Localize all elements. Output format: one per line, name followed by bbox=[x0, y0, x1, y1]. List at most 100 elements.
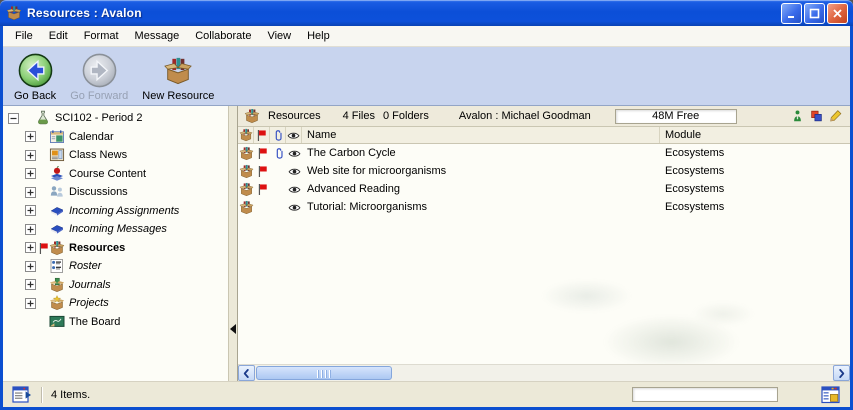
menu-edit[interactable]: Edit bbox=[41, 28, 76, 44]
resource-module: Ecosystems bbox=[660, 147, 850, 159]
tree-item-projects[interactable]: Projects bbox=[3, 294, 228, 313]
eye-icon[interactable] bbox=[288, 149, 301, 158]
tree-item-label: Roster bbox=[69, 260, 101, 272]
paperclip-icon bbox=[272, 129, 283, 142]
course-content-icon bbox=[49, 166, 65, 182]
resource-module: Ecosystems bbox=[660, 183, 850, 195]
resource-row[interactable]: Advanced Reading Ecosystems bbox=[238, 180, 850, 198]
scroll-right-button[interactable] bbox=[833, 365, 850, 381]
resource-module: Ecosystems bbox=[660, 201, 850, 213]
member-icon[interactable] bbox=[791, 109, 804, 123]
eye-icon[interactable] bbox=[288, 167, 301, 176]
splitter-collapse-arrow-icon[interactable] bbox=[230, 324, 236, 334]
book-icon bbox=[49, 221, 65, 237]
resources-panel: Resources 4 Files 0 Folders Avalon : Mic… bbox=[238, 106, 850, 381]
tree-item-calendar[interactable]: Calendar bbox=[3, 128, 228, 147]
tree-item-label: Discussions bbox=[69, 186, 128, 198]
resource-name[interactable]: Advanced Reading bbox=[302, 183, 660, 195]
expand-plus-icon[interactable] bbox=[25, 298, 36, 309]
column-name-label: Name bbox=[307, 129, 336, 141]
expand-plus-icon[interactable] bbox=[25, 261, 36, 272]
menu-message[interactable]: Message bbox=[127, 28, 188, 44]
menu-format[interactable]: Format bbox=[76, 28, 127, 44]
maximize-button[interactable] bbox=[804, 3, 825, 24]
toolbar: Go Back Go Forward New Resource bbox=[3, 47, 850, 106]
tree-item-the-board[interactable]: The Board bbox=[3, 313, 228, 332]
layout-view-icon[interactable] bbox=[821, 386, 841, 404]
expand-plus-icon[interactable] bbox=[25, 205, 36, 216]
expand-plus-icon[interactable] bbox=[25, 187, 36, 198]
board-icon bbox=[49, 314, 65, 330]
eye-icon[interactable] bbox=[288, 203, 301, 212]
server-owner-label: Avalon : Michael Goodman bbox=[459, 110, 591, 122]
menu-collaborate[interactable]: Collaborate bbox=[187, 28, 259, 44]
copy-pages-icon[interactable] bbox=[810, 109, 823, 123]
column-module-header[interactable]: Module bbox=[660, 129, 850, 141]
journals-icon bbox=[49, 277, 65, 293]
expand-plus-icon[interactable] bbox=[25, 168, 36, 179]
details-view-icon[interactable] bbox=[12, 386, 32, 404]
go-back-label: Go Back bbox=[14, 90, 56, 102]
resource-name[interactable]: Web site for microorganisms bbox=[302, 165, 660, 177]
resource-name[interactable]: Tutorial: Microorganisms bbox=[302, 201, 660, 213]
minimize-button[interactable] bbox=[781, 3, 802, 24]
tree-item-class-news[interactable]: Class News bbox=[3, 146, 228, 165]
flag-icon bbox=[38, 242, 49, 255]
expand-plus-icon[interactable] bbox=[25, 242, 36, 253]
list-column-header: Name Module bbox=[238, 127, 850, 144]
eye-icon[interactable] bbox=[288, 185, 301, 194]
course-tree: SCI102 - Period 2 Calendar Class News bbox=[3, 106, 228, 381]
new-resource-box-icon bbox=[163, 52, 193, 89]
scroll-left-button[interactable] bbox=[238, 365, 255, 381]
menu-help[interactable]: Help bbox=[299, 28, 338, 44]
tree-item-incoming-assignments[interactable]: Incoming Assignments bbox=[3, 202, 228, 221]
scrollbar-thumb[interactable] bbox=[256, 366, 392, 380]
expand-plus-icon[interactable] bbox=[25, 224, 36, 235]
horizontal-scrollbar[interactable] bbox=[238, 364, 850, 381]
eye-icon bbox=[287, 131, 300, 140]
resource-row[interactable]: The Carbon Cycle Ecosystems bbox=[238, 144, 850, 162]
column-flag-header[interactable] bbox=[254, 127, 270, 143]
tree-item-incoming-messages[interactable]: Incoming Messages bbox=[3, 220, 228, 239]
resource-row[interactable]: Web site for microorganisms Ecosystems bbox=[238, 162, 850, 180]
tree-item-label: Class News bbox=[69, 149, 127, 161]
progress-indicator bbox=[632, 387, 778, 402]
tree-item-course-content[interactable]: Course Content bbox=[3, 165, 228, 184]
folders-count: 0 Folders bbox=[383, 110, 429, 122]
title-bar[interactable]: Resources : Avalon bbox=[0, 0, 853, 26]
go-back-button[interactable]: Go Back bbox=[9, 50, 61, 104]
news-icon bbox=[49, 147, 65, 163]
expand-plus-icon[interactable] bbox=[25, 279, 36, 290]
menu-file[interactable]: File bbox=[7, 28, 41, 44]
menu-view[interactable]: View bbox=[259, 28, 299, 44]
column-visibility-header[interactable] bbox=[286, 127, 302, 143]
paperclip-icon bbox=[273, 147, 284, 160]
resource-row[interactable]: Tutorial: Microorganisms Ecosystems bbox=[238, 198, 850, 216]
calendar-icon bbox=[49, 129, 65, 145]
tree-item-journals[interactable]: Journals bbox=[3, 276, 228, 295]
column-name-header[interactable]: Name bbox=[302, 127, 660, 143]
column-attachment-header[interactable] bbox=[270, 127, 286, 143]
panel-splitter[interactable] bbox=[228, 106, 238, 381]
expand-plus-icon[interactable] bbox=[25, 150, 36, 161]
expand-plus-icon[interactable] bbox=[25, 131, 36, 142]
edit-pencil-icon[interactable] bbox=[829, 109, 842, 123]
go-forward-button[interactable]: Go Forward bbox=[65, 50, 133, 104]
tree-item-discussions[interactable]: Discussions bbox=[3, 183, 228, 202]
tree-item-roster[interactable]: Roster bbox=[3, 257, 228, 276]
new-resource-button[interactable]: New Resource bbox=[137, 50, 219, 104]
book-icon bbox=[49, 203, 65, 219]
window-content: File Edit Format Message Collaborate Vie… bbox=[3, 26, 850, 407]
tree-item-label: Course Content bbox=[69, 168, 146, 180]
tree-item-resources[interactable]: Resources bbox=[3, 239, 228, 258]
resource-name[interactable]: The Carbon Cycle bbox=[302, 147, 660, 159]
tree-item-course-root[interactable]: SCI102 - Period 2 bbox=[3, 109, 228, 128]
tree-item-label: SCI102 - Period 2 bbox=[55, 112, 142, 124]
resource-list: The Carbon Cycle Ecosystems Web site for… bbox=[238, 144, 850, 364]
panel-title: Resources bbox=[268, 110, 321, 122]
resource-module: Ecosystems bbox=[660, 165, 850, 177]
tree-item-label: Projects bbox=[69, 297, 109, 309]
collapse-expander-icon[interactable] bbox=[8, 113, 19, 124]
close-button[interactable] bbox=[827, 3, 848, 24]
column-type-header[interactable] bbox=[238, 127, 254, 143]
